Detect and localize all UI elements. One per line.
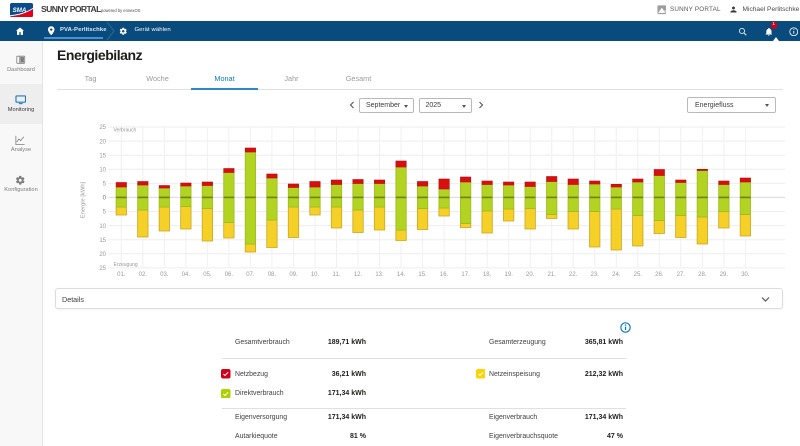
- svg-text:15: 15: [99, 153, 106, 159]
- svg-text:08.: 08.: [268, 272, 277, 278]
- svg-text:11.: 11.: [333, 272, 341, 278]
- svg-text:09.: 09.: [289, 272, 298, 278]
- svg-text:25: 25: [99, 266, 106, 272]
- svg-text:20.: 20.: [526, 272, 535, 278]
- svg-text:18.: 18.: [483, 272, 492, 278]
- svg-text:19.: 19.: [505, 272, 514, 278]
- svg-text:22.: 22.: [569, 272, 578, 278]
- svg-text:23.: 23.: [591, 272, 600, 278]
- svg-text:12.: 12.: [354, 272, 363, 278]
- svg-text:24.: 24.: [612, 272, 621, 278]
- svg-text:03.: 03.: [160, 272, 169, 278]
- svg-text:26.: 26.: [655, 272, 664, 278]
- svg-text:Energie [kWh]: Energie [kWh]: [81, 181, 87, 218]
- svg-text:21.: 21.: [548, 272, 557, 278]
- svg-text:Erzeugung: Erzeugung: [114, 262, 138, 268]
- svg-text:06.: 06.: [225, 272, 234, 278]
- svg-text:20: 20: [99, 139, 106, 145]
- svg-text:14.: 14.: [397, 272, 406, 278]
- svg-text:27.: 27.: [677, 272, 686, 278]
- svg-text:01.: 01.: [117, 272, 126, 278]
- svg-text:5: 5: [103, 210, 107, 216]
- svg-text:5: 5: [103, 182, 107, 188]
- svg-text:29.: 29.: [720, 272, 729, 278]
- svg-text:10: 10: [99, 168, 106, 174]
- svg-text:0: 0: [103, 196, 107, 202]
- svg-text:05.: 05.: [203, 272, 212, 278]
- svg-text:07.: 07.: [246, 272, 255, 278]
- svg-text:04.: 04.: [182, 272, 191, 278]
- svg-text:Verbrauch: Verbrauch: [114, 127, 137, 133]
- svg-text:28.: 28.: [698, 272, 707, 278]
- svg-text:25: 25: [99, 125, 106, 131]
- svg-text:25.: 25.: [634, 272, 643, 278]
- svg-text:20: 20: [99, 252, 106, 258]
- svg-text:30.: 30.: [741, 272, 750, 278]
- svg-text:15: 15: [99, 238, 106, 244]
- svg-text:02.: 02.: [139, 272, 148, 278]
- svg-text:16.: 16.: [440, 272, 449, 278]
- svg-text:13.: 13.: [375, 272, 384, 278]
- svg-text:15.: 15.: [418, 272, 427, 278]
- svg-text:10: 10: [99, 224, 106, 230]
- svg-text:SMA: SMA: [13, 7, 27, 14]
- svg-text:17.: 17.: [461, 272, 470, 278]
- svg-text:10.: 10.: [311, 272, 320, 278]
